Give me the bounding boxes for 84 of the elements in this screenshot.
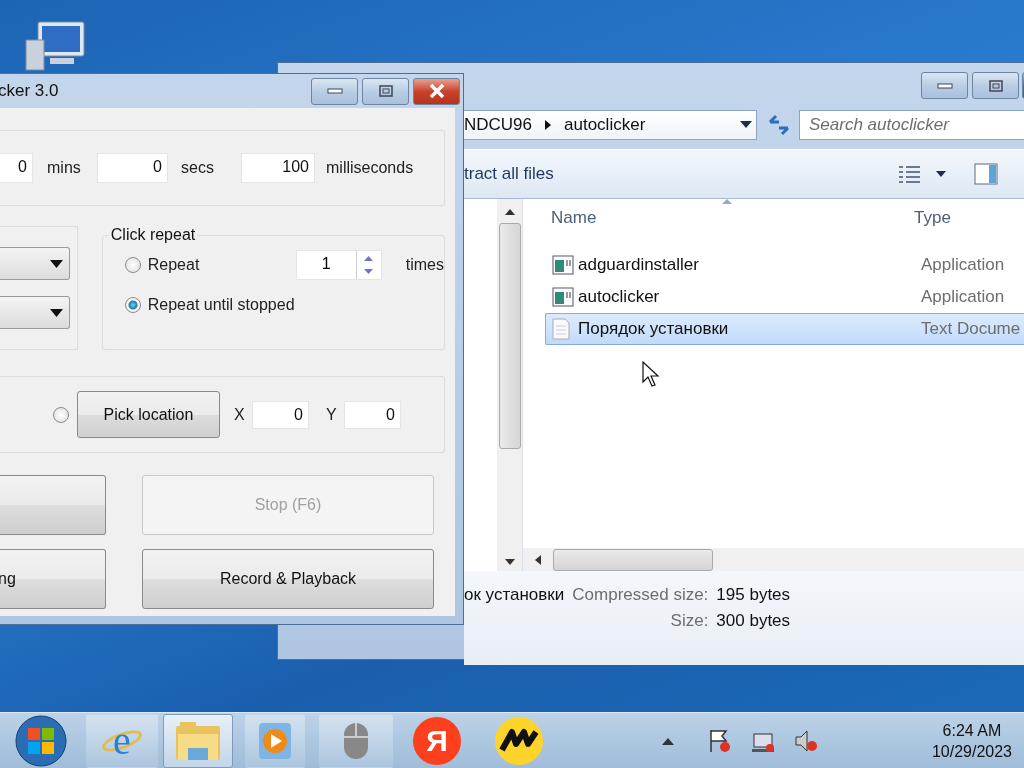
show-hidden-icons[interactable] [662,737,675,745]
dropdown-caret-icon[interactable] [936,171,946,177]
coordinate-label: X [234,405,246,424]
maximize-button[interactable] [362,77,409,105]
dropdown[interactable] [0,296,70,329]
dropdown[interactable] [0,247,70,280]
coordinate-label: Y [326,405,338,424]
folder-icon [174,720,222,762]
number-field[interactable]: 100 [241,153,315,183]
address-bar[interactable]: NDCU96 autoclicker [464,110,757,140]
detail-value: 195 bytes [716,585,791,605]
scroll-up-icon[interactable] [504,209,515,215]
search-field[interactable]: Search autoclicker [799,110,1024,140]
group-title: Click repeat [109,226,197,244]
action-button[interactable] [0,475,106,535]
preview-pane-icon[interactable] [974,163,998,185]
file-row[interactable]: autoclicker Application [545,281,1024,313]
unit-label: secs [181,159,215,177]
minimize-button[interactable] [921,72,968,99]
vertical-scrollbar[interactable] [497,199,522,571]
unit-label: mins [47,159,82,177]
computer-icon[interactable] [24,20,88,72]
file-type: Text Docume [921,319,1022,339]
radio-button[interactable] [53,406,69,423]
detail-value: 300 bytes [716,611,791,631]
application-icon [552,287,574,307]
clock-time[interactable]: 6:24 AM [942,720,1002,741]
file-row[interactable]: adguardinstaller Application [545,249,1024,281]
view-options-icon[interactable] [898,164,922,184]
breadcrumb[interactable]: autoclicker [564,115,646,135]
radio-button[interactable] [124,297,141,313]
yandex-logo: Я [413,717,461,765]
extract-button[interactable]: tract all files [464,164,554,184]
flag-icon[interactable] [708,728,733,754]
minimize-icon [936,82,953,89]
detail-label: Compressed size: [572,585,709,605]
taskbar-app-button[interactable]: Я [407,714,467,768]
file-type: Application [921,287,1006,307]
application-icon [552,255,574,275]
column-header[interactable]: Type [914,208,1024,228]
close-button[interactable] [413,77,460,105]
maximize-button[interactable] [972,72,1019,99]
radio-button[interactable] [124,257,141,273]
minimize-button[interactable] [311,77,358,105]
repeat-count-spinner[interactable]: 1 [295,250,382,280]
file-name: Порядок установки [578,319,730,339]
radio-label[interactable]: Repeat [147,256,208,274]
number-field[interactable]: 0 [97,153,168,183]
file-row[interactable]: Порядок установки Text Docume [545,313,1024,345]
chevron-icon [544,119,553,131]
minimize-icon [326,88,343,94]
maximize-icon [988,79,1003,92]
detail-label: Size: [669,611,709,631]
caret-icon [50,308,63,317]
action-button[interactable]: Record & Playback [142,549,434,609]
text-file-icon [552,318,570,340]
close-icon [427,83,446,99]
refresh-icon[interactable] [766,114,789,136]
market-logo [494,716,544,766]
maximize-icon [378,85,393,97]
horizontal-scrollbar[interactable] [523,548,1024,571]
scroll-left-icon[interactable] [535,554,541,565]
unit-label: times [405,256,444,274]
cursor-icon [642,361,662,389]
breadcrumb[interactable]: NDCU96 [464,115,533,135]
scroll-down-icon[interactable] [504,559,515,565]
caret-icon [50,259,63,268]
pick-location-button[interactable]: Pick location [77,391,220,438]
number-field[interactable]: 0 [0,153,33,183]
selected-file-name: ок установки [464,585,565,605]
y-field[interactable]: 0 [344,400,401,429]
file-name: adguardinstaller [578,255,700,275]
speaker-icon[interactable] [794,728,819,754]
x-field[interactable]: 0 [252,400,309,429]
sort-arrow-icon [722,199,732,204]
unit-label: milliseconds [326,159,414,177]
radio-label[interactable]: Repeat until stopped [147,296,295,314]
file-type: Application [921,255,1006,275]
file-name: autoclicker [578,287,661,307]
clock-date[interactable]: 10/29/2023 [931,741,1012,762]
start-button[interactable] [14,714,68,768]
dropdown-caret-icon[interactable] [739,121,752,129]
mouse-icon [342,721,370,761]
column-header[interactable]: Name [551,208,914,228]
